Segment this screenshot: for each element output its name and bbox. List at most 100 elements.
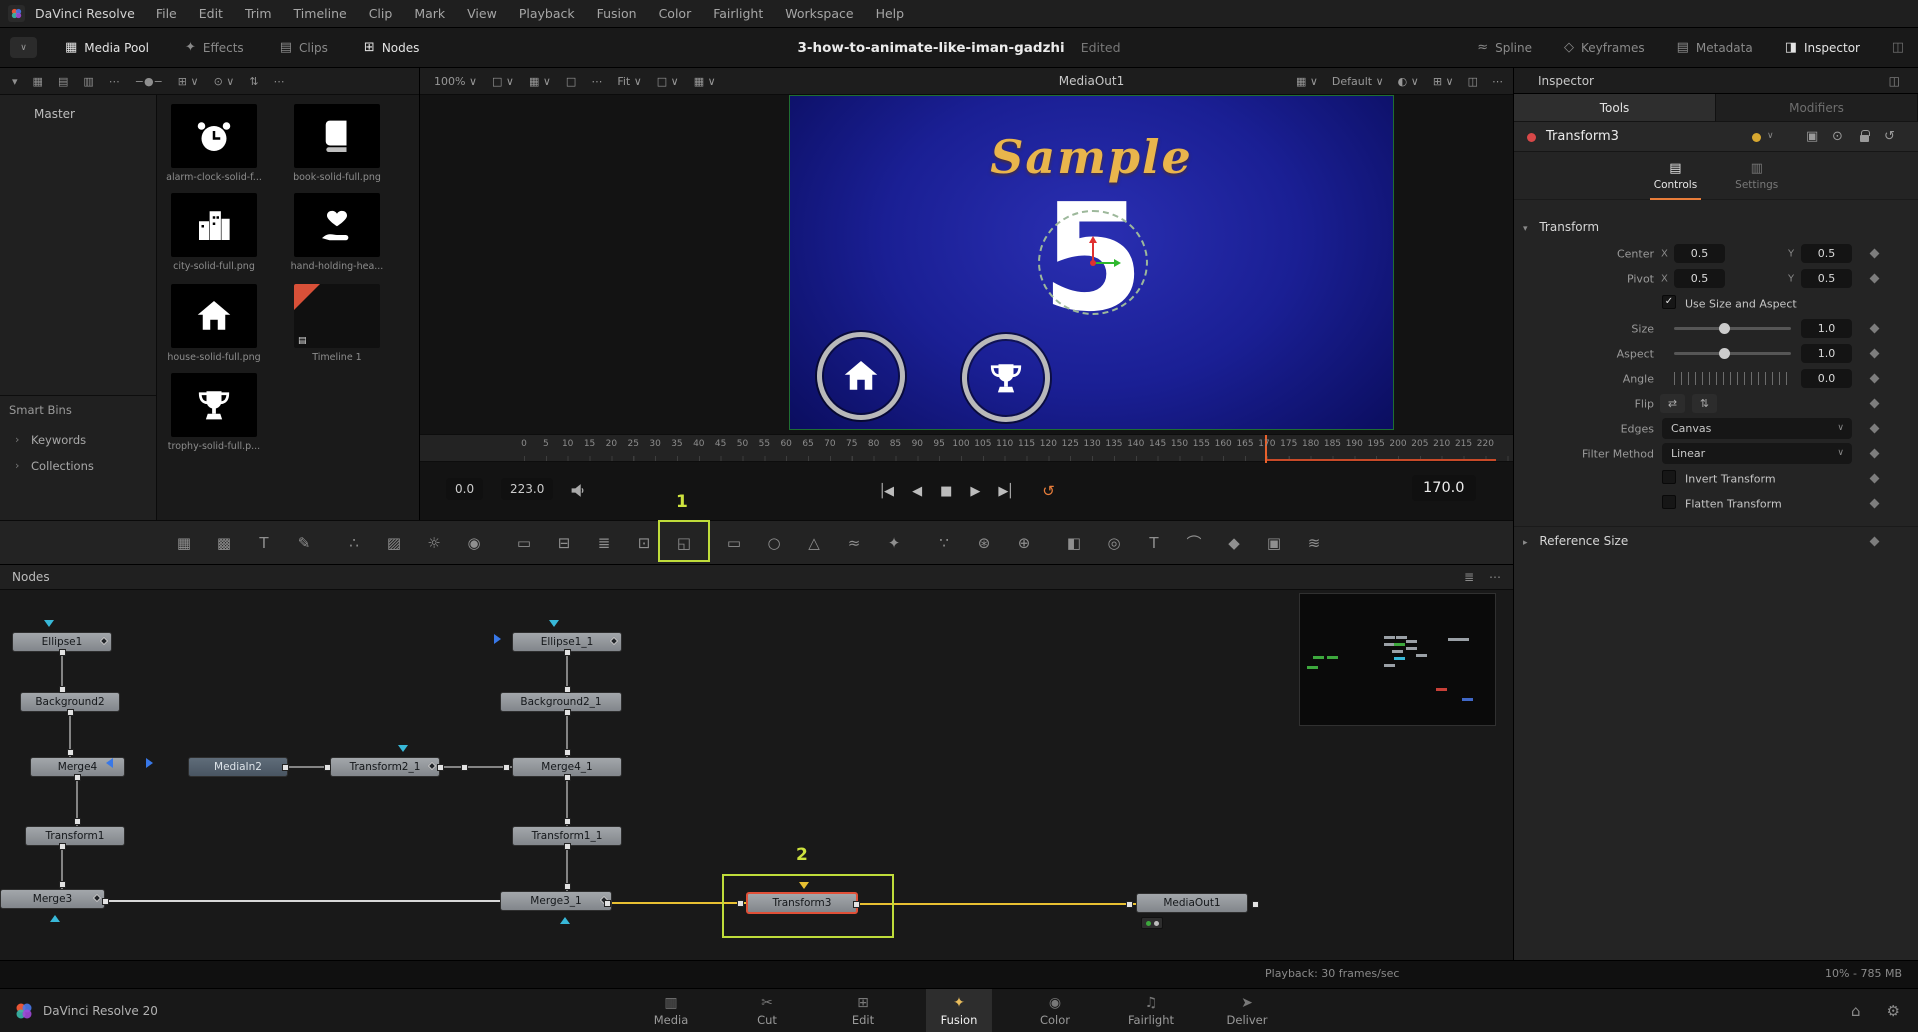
menu-item[interactable]: Fusion (586, 6, 648, 21)
renderer-3d-tool-icon[interactable]: ≋ (1302, 534, 1326, 552)
keyframe-diamond-icon[interactable] (1870, 374, 1880, 384)
node-transform1[interactable]: Transform1 (25, 826, 125, 846)
aspect-slider[interactable] (1674, 352, 1791, 355)
current-frame-input[interactable]: 170.0 (1412, 475, 1476, 501)
angle-input[interactable]: 0.0 (1801, 369, 1852, 388)
text-tool-icon[interactable]: T (252, 534, 276, 552)
page-fusion[interactable]: ✦ Fusion (926, 989, 992, 1032)
center-y-input[interactable]: 0.5 (1801, 244, 1852, 263)
node-port[interactable] (282, 764, 289, 771)
node-merge3[interactable]: Merge3 (0, 889, 105, 909)
menu-item[interactable]: Playback (508, 6, 586, 21)
node-port[interactable] (59, 686, 66, 693)
viewer-more-icon[interactable]: ⋯ (591, 75, 602, 88)
node-port[interactable] (461, 764, 468, 771)
angle-thumbwheel[interactable] (1674, 372, 1791, 385)
reset-icon[interactable]: ↺ (1884, 129, 1895, 144)
keyframes-button[interactable]: ◇Keyframes (1564, 40, 1645, 55)
tab-modifiers[interactable]: Modifiers (1716, 94, 1918, 122)
node-port[interactable] (67, 749, 74, 756)
lut-select[interactable]: Default ∨ (1332, 75, 1384, 88)
stop-button[interactable]: ■ (940, 484, 950, 499)
menu-item[interactable]: Fairlight (702, 6, 774, 21)
media-item[interactable]: alarm-clock-solid-f... (171, 104, 257, 183)
shape-3d-tool-icon[interactable]: ◎ (1102, 534, 1126, 552)
play-button[interactable]: ▶ (970, 484, 978, 499)
page-media[interactable]: ▥ Media (638, 989, 704, 1032)
media-item[interactable]: hand-holding-hea... (294, 193, 380, 272)
center-x-input[interactable]: 0.5 (1674, 244, 1725, 263)
node-merge3-1[interactable]: Merge3_1 (500, 891, 612, 911)
page-edit[interactable]: ⊞ Edit (830, 989, 896, 1032)
node-port[interactable] (74, 774, 81, 781)
tab-tools[interactable]: Tools (1514, 94, 1716, 122)
ellipse-mask-tool-icon[interactable]: ○ (762, 534, 786, 552)
audio-mute-icon[interactable] (570, 483, 585, 501)
node-port[interactable] (59, 843, 66, 850)
tab-settings[interactable]: ▥ Settings (1729, 152, 1784, 199)
media-item[interactable]: book-solid-full.png (294, 104, 380, 183)
bin-master[interactable]: Master (34, 107, 75, 121)
merge-tool-icon[interactable]: ⊡ (632, 534, 656, 552)
keyframe-diamond-icon[interactable] (1870, 249, 1880, 259)
page-color[interactable]: ◉ Color (1022, 989, 1088, 1032)
node-transform2-1[interactable]: Transform2_1 (330, 757, 440, 777)
guide-overlay-icon[interactable]: □ ∨ (657, 75, 679, 88)
particle-merge-tool-icon[interactable]: ⊛ (972, 534, 996, 552)
bin-more-icon[interactable]: ⋯ (274, 75, 285, 88)
rectangle-mask-tool-icon[interactable]: ▭ (722, 534, 746, 552)
fit-select[interactable]: Fit ∨ (617, 75, 641, 88)
page-fairlight[interactable]: ♫ Fairlight (1118, 989, 1184, 1032)
size-slider-knob[interactable] (1719, 323, 1730, 334)
use-size-aspect-checkbox[interactable]: ✓ (1662, 295, 1676, 309)
list-view-icon[interactable]: ▤ (58, 75, 68, 88)
node-port[interactable] (67, 709, 74, 716)
node-port[interactable] (564, 883, 571, 890)
smart-bin-keywords[interactable]: › Keywords (0, 429, 156, 451)
node-port[interactable] (1252, 901, 1259, 908)
keyframe-diamond-icon[interactable] (1870, 537, 1880, 547)
effects-button[interactable]: ✦Effects (185, 40, 244, 55)
node-port[interactable] (564, 649, 571, 656)
colorcorrector-tool-icon[interactable]: ▨ (382, 534, 406, 552)
brightness-tool-icon[interactable]: ◉ (462, 534, 486, 552)
dissolve-tool-icon[interactable]: ⊟ (552, 534, 576, 552)
media-pool-button[interactable]: ▦Media Pool (65, 40, 149, 55)
bspline-mask-tool-icon[interactable]: ≈ (842, 534, 866, 552)
node-port[interactable] (564, 774, 571, 781)
panel-toggle-button[interactable]: ∨ (10, 37, 37, 58)
keyframe-diamond-icon[interactable] (1870, 499, 1880, 509)
menu-item[interactable]: Clip (358, 6, 404, 21)
node-port[interactable] (437, 764, 444, 771)
menu-item[interactable]: Mark (403, 6, 456, 21)
aspect-input[interactable]: 1.0 (1801, 344, 1852, 363)
transform-gizmo-center[interactable] (1090, 260, 1096, 266)
pivot-x-input[interactable]: 0.5 (1674, 269, 1725, 288)
magic-mask-tool-icon[interactable]: ✦ (882, 534, 906, 552)
metadata-button[interactable]: ▤Metadata (1677, 40, 1753, 55)
timeline-ruler[interactable]: 0510152025303540455055606570758085909510… (420, 434, 1513, 462)
keyframe-diamond-icon[interactable] (1870, 449, 1880, 459)
nodes-more-icon[interactable]: ⋯ (1489, 570, 1501, 584)
settings-gear-icon[interactable]: ⚙ (1887, 1002, 1900, 1020)
app-menu[interactable]: DaVinci Resolve (35, 6, 135, 21)
keyframe-diamond-icon[interactable] (1870, 324, 1880, 334)
node-port[interactable] (324, 764, 331, 771)
spline-button[interactable]: ≈Spline (1477, 40, 1532, 55)
channel-select-icon[interactable]: ▦ ∨ (529, 75, 551, 88)
media-item[interactable]: city-solid-full.png (171, 193, 257, 272)
node-port[interactable] (503, 764, 510, 771)
node-port[interactable] (1126, 901, 1133, 908)
invert-transform-checkbox[interactable] (1662, 470, 1676, 484)
bender-3d-tool-icon[interactable]: ⌒ (1182, 532, 1206, 553)
gain-gamma-icon[interactable]: □ ∨ (492, 75, 514, 88)
dual-screen-icon[interactable]: ◫ (1892, 40, 1904, 55)
step-back-button[interactable]: ◀ (912, 484, 920, 499)
menu-item[interactable]: File (145, 6, 188, 21)
grid-size-icon[interactable]: ⊞ ∨ (178, 75, 199, 88)
nodes-button[interactable]: ⊞Nodes (364, 40, 419, 55)
polygon-mask-tool-icon[interactable]: △ (802, 534, 826, 552)
more-options-icon[interactable]: ⋯ (109, 75, 120, 88)
node-port[interactable] (102, 898, 109, 905)
media-item[interactable]: ▤ Timeline 1 (294, 284, 380, 363)
